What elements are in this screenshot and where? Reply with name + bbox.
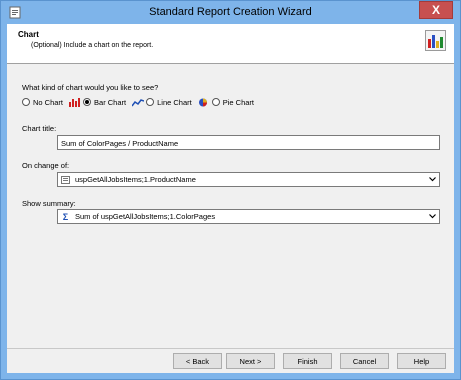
chevron-down-icon[interactable] bbox=[426, 173, 439, 186]
radio-button[interactable] bbox=[83, 98, 92, 106]
page-title: Chart bbox=[18, 30, 39, 39]
chart-title-label: Chart title: bbox=[22, 124, 57, 133]
radio-selected-dot bbox=[85, 100, 90, 104]
cancel-button[interactable]: Cancel bbox=[340, 353, 389, 369]
on-change-of-value: uspGetAllJobsItems;1.ProductName bbox=[75, 175, 196, 184]
sigma-icon: Σ bbox=[62, 211, 69, 222]
wizard-window: Standard Report Creation Wizard X Chart … bbox=[0, 0, 461, 380]
radio-button[interactable] bbox=[146, 98, 155, 106]
chart-type-options: No Chart Bar Chart Line Chart Pie Chart bbox=[22, 96, 260, 108]
radio-label: Pie Chart bbox=[222, 97, 254, 107]
button-separator bbox=[7, 348, 454, 349]
radio-bar-chart[interactable]: Bar Chart bbox=[69, 97, 127, 107]
wizard-body: Chart (Optional) Include a chart on the … bbox=[7, 24, 454, 373]
radio-no-chart[interactable]: No Chart bbox=[22, 98, 63, 107]
radio-label: No Chart bbox=[33, 97, 64, 107]
radio-button[interactable] bbox=[211, 98, 220, 106]
wizard-header: Chart (Optional) Include a chart on the … bbox=[7, 24, 454, 64]
on-change-of-label: On change of: bbox=[22, 161, 70, 170]
show-summary-label: Show summary: bbox=[22, 199, 76, 208]
radio-label: Line Chart bbox=[157, 97, 192, 107]
pie-chart-icon bbox=[198, 98, 207, 106]
radio-line-chart[interactable]: Line Chart bbox=[132, 98, 192, 107]
line-chart-icon bbox=[132, 98, 145, 106]
radio-pie-chart[interactable]: Pie Chart bbox=[198, 98, 254, 107]
help-button[interactable]: Help bbox=[397, 353, 446, 369]
close-button[interactable]: X bbox=[419, 1, 453, 19]
radio-button[interactable] bbox=[22, 98, 30, 106]
page-subtitle: (Optional) Include a chart on the report… bbox=[31, 42, 154, 49]
title-bar[interactable]: Standard Report Creation Wizard X bbox=[1, 1, 460, 24]
show-summary-value: Sum of uspGetAllJobsItems;1.ColorPages bbox=[75, 212, 216, 221]
radio-label: Bar Chart bbox=[94, 97, 127, 107]
chart-icon bbox=[425, 30, 446, 51]
field-icon bbox=[61, 175, 70, 184]
chevron-down-icon[interactable] bbox=[426, 210, 439, 223]
on-change-of-dropdown[interactable]: uspGetAllJobsItems;1.ProductName bbox=[57, 172, 440, 187]
finish-button[interactable]: Finish bbox=[283, 353, 332, 369]
close-icon: X bbox=[431, 3, 440, 17]
window-title: Standard Report Creation Wizard bbox=[149, 6, 312, 18]
chart-type-question: What kind of chart would you like to see… bbox=[22, 83, 159, 92]
back-button[interactable]: < Back bbox=[173, 353, 222, 369]
show-summary-dropdown[interactable]: Σ Sum of uspGetAllJobsItems;1.ColorPages bbox=[57, 209, 440, 224]
next-button[interactable]: Next > bbox=[226, 353, 275, 369]
bar-chart-icon bbox=[69, 97, 81, 107]
chart-title-input[interactable]: Sum of ColorPages / ProductName bbox=[57, 135, 440, 150]
